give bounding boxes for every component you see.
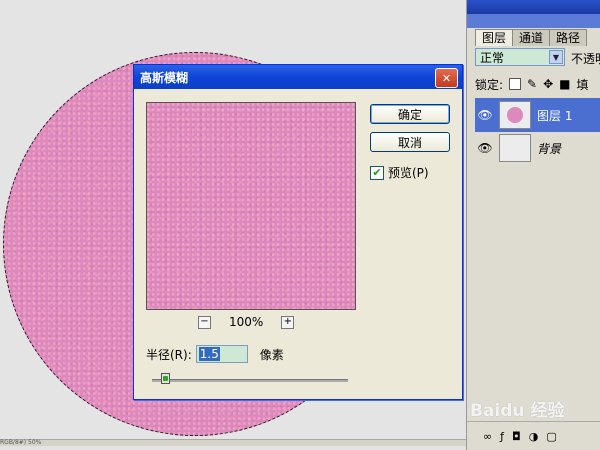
lock-row: 锁定: ✎ ✥ ■ 填 <box>475 74 600 94</box>
panel-header-strip <box>467 14 600 28</box>
zoom-controls: − 100% + <box>198 315 295 329</box>
chevron-down-icon[interactable]: ▼ <box>549 50 563 64</box>
layer-row-background[interactable]: 👁 背景 <box>475 131 600 165</box>
blend-mode-value: 正常 <box>480 50 505 65</box>
blur-preview-pane[interactable] <box>146 102 356 310</box>
close-icon[interactable]: ✕ <box>435 68 458 88</box>
tab-channels[interactable]: 通道 <box>512 29 551 46</box>
cancel-button[interactable]: 取消 <box>370 132 450 152</box>
dialog-titlebar[interactable]: 高斯模糊 <box>134 65 462 89</box>
zoom-in-button[interactable]: + <box>281 315 295 329</box>
radius-label: 半径(R): <box>146 347 192 362</box>
radius-slider-thumb[interactable] <box>161 373 170 384</box>
fill-label: 填 <box>576 77 589 92</box>
layer-name: 背景 <box>537 141 562 156</box>
blend-row: 正常 ▼ 不透明 <box>475 47 600 67</box>
watermark-logo: Baidu 经验 <box>470 401 565 421</box>
radius-row: 半径(R): 1.5 像素 <box>146 345 284 363</box>
opacity-label: 不透明 <box>571 52 600 66</box>
layer-thumbnail <box>499 134 531 162</box>
layer-name: 图层 1 <box>537 108 573 123</box>
radius-input[interactable]: 1.5 <box>195 345 248 363</box>
tab-layers[interactable]: 图层 <box>475 29 514 46</box>
eye-icon[interactable]: 👁 <box>475 108 495 122</box>
lock-all-icon[interactable]: ■ <box>559 77 570 91</box>
status-bar: RGB/8#) 50% <box>0 439 466 446</box>
lock-move-icon[interactable]: ✥ <box>543 77 553 91</box>
new-layer-icon[interactable]: ▢ <box>546 430 556 443</box>
panel-titlebar[interactable] <box>467 0 600 14</box>
tab-paths[interactable]: 路径 <box>549 29 588 46</box>
radius-value: 1.5 <box>198 347 220 361</box>
layer-thumbnail <box>499 101 531 129</box>
dialog-title: 高斯模糊 <box>140 70 189 85</box>
ok-button[interactable]: 确定 <box>370 104 450 124</box>
layer-row-layer1[interactable]: 👁 图层 1 <box>475 98 600 132</box>
panel-bottom-toolbar: ∞ ƒ ◘ ◑ ▢ <box>467 421 600 450</box>
radius-slider-track[interactable] <box>152 379 348 382</box>
lock-label: 锁定: <box>475 77 504 92</box>
preview-option: ✔ 预览(P) <box>370 164 429 181</box>
panel-tabs: 图层 通道 路径 <box>475 29 588 46</box>
radius-unit: 像素 <box>259 347 284 362</box>
zoom-level: 100% <box>229 315 264 329</box>
link-icon[interactable]: ∞ <box>483 430 492 443</box>
eye-icon[interactable]: 👁 <box>475 141 495 155</box>
preview-label[interactable]: 预览(P) <box>388 164 429 181</box>
blend-mode-select[interactable]: 正常 ▼ <box>475 48 565 66</box>
lock-paint-icon[interactable]: ✎ <box>527 77 537 91</box>
mask-icon[interactable]: ◘ <box>512 430 521 443</box>
lock-transparency-icon[interactable] <box>509 78 522 90</box>
fx-icon[interactable]: ƒ <box>500 430 504 443</box>
layers-panel: 图层 通道 路径 正常 ▼ 不透明 锁定: ✎ ✥ ■ 填 👁 图层 1 👁 背… <box>466 0 600 450</box>
zoom-out-button[interactable]: − <box>198 315 211 329</box>
adjustment-icon[interactable]: ◑ <box>529 430 539 443</box>
preview-checkbox[interactable]: ✔ <box>370 165 384 180</box>
gaussian-blur-dialog: 高斯模糊 ✕ − 100% + 确定 取消 ✔ 预览(P) 半径(R): 1.5… <box>133 64 463 400</box>
status-text: RGB/8#) 50% <box>0 439 42 446</box>
